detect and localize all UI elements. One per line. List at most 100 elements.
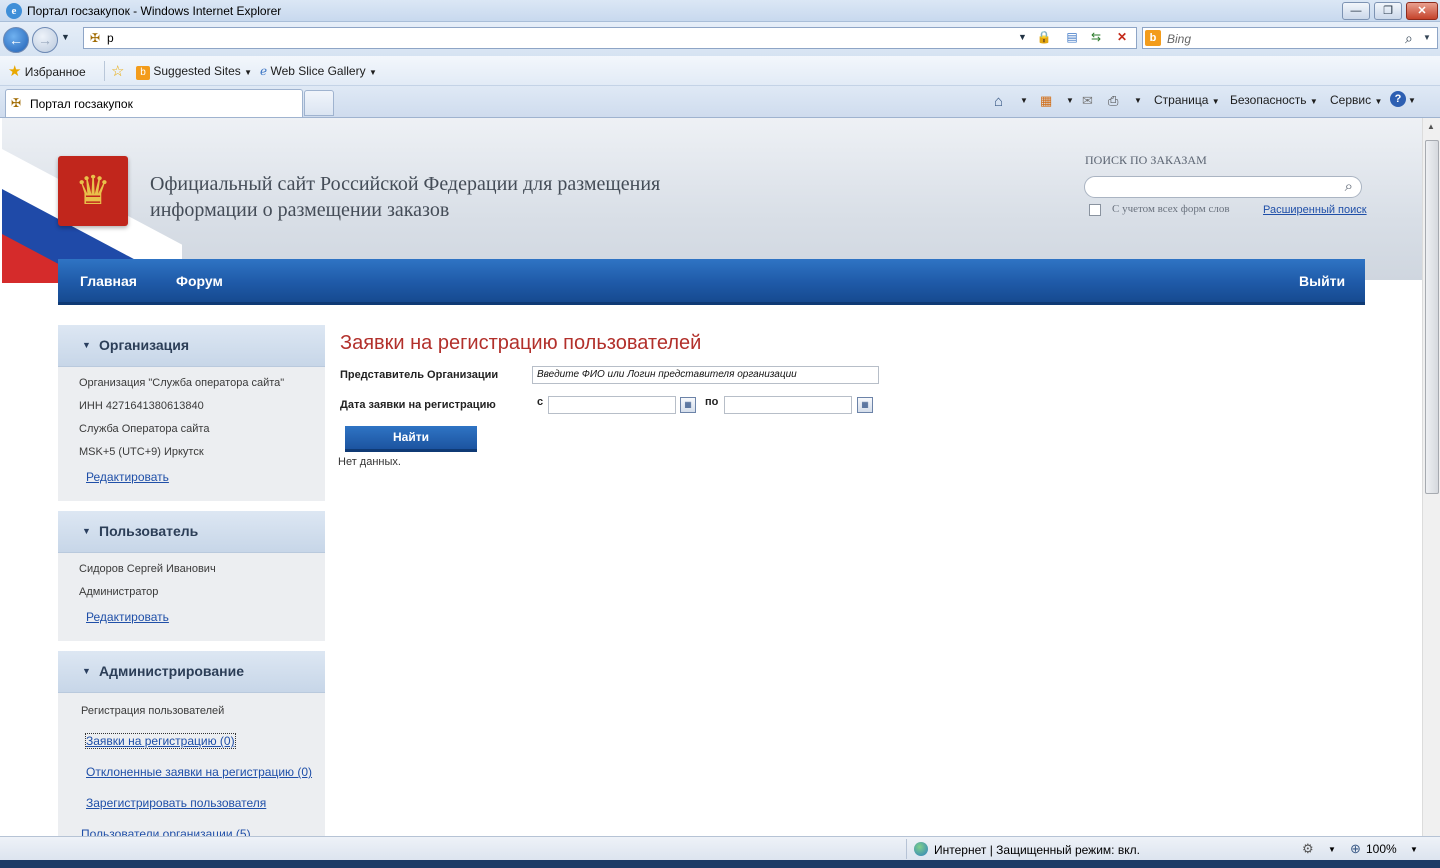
coat-of-arms-icon[interactable]: ♛ (58, 156, 128, 226)
protected-mode-dropdown-icon[interactable]: ▼ (1328, 845, 1336, 854)
site-favicon-icon: ✠ (89, 31, 101, 45)
print-dropdown-icon[interactable]: ▼ (1134, 96, 1142, 105)
order-search-label: ПОИСК ПО ЗАКАЗАМ (1085, 153, 1207, 167)
safety-menu-label: Безопасность (1230, 93, 1307, 107)
organization-panel-header[interactable]: ▼ Организация (58, 325, 325, 367)
date-to-label: по (705, 396, 719, 408)
representative-input[interactable]: Введите ФИО или Логин представителя орга… (532, 366, 879, 384)
taskbar (0, 860, 1440, 868)
compatibility-view-icon[interactable]: ▤ (1062, 28, 1082, 48)
advanced-search-link[interactable]: Расширенный поиск (1263, 204, 1367, 216)
zoom-dropdown-icon[interactable]: ▼ (1410, 845, 1418, 854)
register-user-link[interactable]: Зарегистрировать пользователя (86, 796, 266, 810)
registration-section-label: Регистрация пользователей (81, 705, 225, 717)
page-menu-label: Страница (1154, 93, 1209, 107)
web-slice-label: Web Slice Gallery (270, 64, 366, 78)
org-edit-link[interactable]: Редактировать (86, 470, 169, 484)
word-forms-checkbox[interactable] (1089, 204, 1101, 216)
find-button[interactable]: Найти (345, 426, 477, 452)
site-title-line1: Официальный сайт Российской Федерации дл… (150, 173, 661, 195)
help-icon[interactable]: ? (1390, 91, 1406, 107)
request-date-label: Дата заявки на регистрацию (340, 399, 496, 411)
safety-menu-button[interactable]: Безопасность ▼ (1230, 93, 1318, 107)
address-text: p (107, 31, 114, 45)
new-tab-button[interactable] (304, 90, 334, 116)
favorites-bar: ★ Избранное ☆ b Suggested Sites ▼ ℯ Web … (0, 56, 1440, 86)
feeds-icon[interactable]: ▦ (1040, 93, 1052, 109)
zoom-icon[interactable]: ⊕ (1350, 841, 1361, 857)
protected-mode-icon[interactable]: ⚙ (1302, 841, 1314, 857)
address-dropdown-icon[interactable]: ▼ (1018, 32, 1027, 42)
web-slice-gallery-button[interactable]: ℯ Web Slice Gallery ▼ (260, 64, 377, 78)
home-dropdown-icon[interactable]: ▼ (1020, 96, 1028, 105)
suggested-sites-button[interactable]: b Suggested Sites ▼ (136, 64, 252, 80)
minimize-button[interactable]: — (1342, 2, 1370, 20)
home-icon[interactable]: ⌂ (994, 93, 1003, 110)
security-zone-text[interactable]: Интернет | Защищенный режим: вкл. (934, 843, 1140, 857)
menu-logout[interactable]: Выйти (1299, 273, 1345, 289)
menu-forum[interactable]: Форум (176, 273, 223, 289)
stop-icon[interactable]: ✕ (1112, 28, 1132, 48)
help-dropdown-icon[interactable]: ▼ (1408, 96, 1416, 105)
window-titlebar: e Портал госзакупок - Windows Internet E… (0, 0, 1440, 22)
site-title-line2: информации о размещении заказов (150, 199, 450, 221)
tools-menu-button[interactable]: Сервис ▼ (1330, 93, 1382, 107)
vertical-scrollbar[interactable]: ▲ (1422, 118, 1440, 836)
collapse-arrow-icon: ▼ (82, 340, 91, 350)
chevron-down-icon: ▼ (244, 68, 253, 77)
page-title: Заявки на регистрацию пользователей (340, 332, 702, 354)
user-edit-link[interactable]: Редактировать (86, 610, 169, 624)
rejected-requests-link[interactable]: Отклоненные заявки на регистрацию (0) (86, 765, 312, 779)
add-favorite-button[interactable]: ☆ (111, 62, 124, 80)
print-icon[interactable]: ⎙ (1108, 93, 1118, 109)
user-panel-title: Пользователь (99, 523, 199, 539)
search-icon[interactable]: ⌕ (1405, 30, 1413, 47)
star-icon: ★ (8, 63, 22, 80)
org-users-link[interactable]: Пользователи организации (5) (81, 827, 251, 836)
lock-icon[interactable]: 🔒 (1034, 28, 1054, 48)
date-from-input[interactable] (548, 396, 676, 414)
favorites-button[interactable]: ★ Избранное (8, 62, 86, 80)
user-name: Сидоров Сергей Иванович (79, 563, 216, 575)
tab-portal[interactable]: ✠ Портал госзакупок (5, 89, 303, 117)
org-inn: ИНН 4271641380613840 (79, 400, 204, 412)
forward-button[interactable]: → (32, 27, 58, 53)
collapse-arrow-icon: ▼ (82, 666, 91, 676)
admin-panel: ▼ Администрирование Регистрация пользова… (58, 651, 325, 836)
close-button[interactable]: ✕ (1406, 2, 1438, 20)
tools-menu-label: Сервис (1330, 93, 1372, 107)
scroll-up-icon[interactable]: ▲ (1427, 122, 1435, 131)
registration-requests-link[interactable]: Заявки на регистрацию (0) (85, 733, 236, 749)
ie-page-icon: ℯ (260, 64, 268, 78)
admin-panel-title: Администрирование (99, 663, 244, 679)
refresh-icon[interactable]: ⇆ (1086, 28, 1106, 48)
feeds-dropdown-icon[interactable]: ▼ (1066, 96, 1074, 105)
mail-icon[interactable]: ✉ (1082, 93, 1093, 109)
menu-home[interactable]: Главная (80, 273, 137, 289)
add-favorite-icon: ☆ (111, 63, 125, 80)
history-dropdown-icon[interactable]: ▼ (61, 32, 70, 42)
page-viewport: ♛ Официальный сайт Российской Федерации … (2, 118, 1422, 836)
address-input[interactable]: ✠ p ▼ 🔒 ▤ ⇆ ✕ (83, 27, 1137, 49)
scrollbar-thumb[interactable] (1425, 140, 1439, 494)
site-title: Официальный сайт Российской Федерации дл… (150, 171, 750, 223)
calendar-icon[interactable]: ▦ (680, 397, 696, 413)
user-panel-header[interactable]: ▼ Пользователь (58, 511, 325, 553)
order-search-input[interactable]: ⌕ (1084, 176, 1362, 198)
calendar-icon[interactable]: ▦ (857, 397, 873, 413)
org-timezone: MSK+5 (UTC+9) Иркутск (79, 446, 204, 458)
admin-panel-header[interactable]: ▼ Администрирование (58, 651, 325, 693)
search-icon[interactable]: ⌕ (1345, 178, 1353, 195)
maximize-button[interactable]: ❐ (1374, 2, 1402, 20)
suggested-sites-label: Suggested Sites (153, 64, 241, 78)
chevron-down-icon: ▼ (1309, 97, 1318, 106)
tab-title: Портал госзакупок (30, 97, 133, 111)
eagle-icon: ♛ (75, 169, 111, 213)
search-input[interactable]: b Bing ⌕ ▼ (1142, 27, 1438, 49)
date-to-input[interactable] (724, 396, 852, 414)
favorites-label: Избранное (24, 65, 86, 79)
zoom-level[interactable]: 100% (1366, 842, 1397, 856)
page-menu-button[interactable]: Страница ▼ (1154, 93, 1220, 107)
search-dropdown-icon[interactable]: ▼ (1423, 33, 1431, 42)
back-button[interactable]: ← (3, 27, 29, 53)
